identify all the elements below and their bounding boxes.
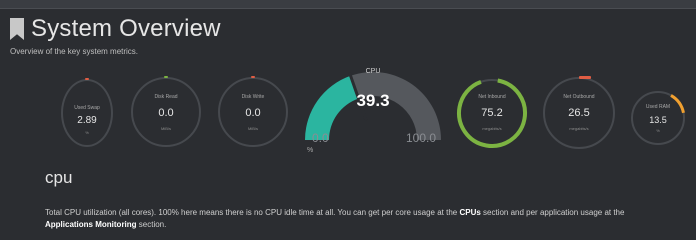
desc-text: section. xyxy=(136,220,167,229)
gauge-used-ram[interactable]: Used RAM 13.5 % xyxy=(630,90,686,146)
gauge-label: Used RAM xyxy=(645,104,671,110)
gauge-units: megabits/s xyxy=(482,126,502,131)
gauge-label: Net Inbound xyxy=(478,94,506,100)
gauge-units: MiB/s xyxy=(161,126,171,131)
desc-text: Total CPU utilization (all cores). 100% … xyxy=(45,208,460,217)
gauge-units: MiB/s xyxy=(248,126,258,131)
gauges-row: Used Swap 2.89 % Disk Read 0.0 MiB/s Dis… xyxy=(0,60,696,160)
page-title: System Overview xyxy=(31,15,221,42)
bookmark-icon xyxy=(10,18,24,40)
gauge-disk-read[interactable]: Disk Read 0.0 MiB/s xyxy=(131,76,201,147)
gauge-tick xyxy=(85,78,89,80)
gauge-disk-write[interactable]: Disk Write 0.0 MiB/s xyxy=(218,76,288,147)
gauge-value: 0.0 xyxy=(158,107,174,119)
gauge-units: % xyxy=(656,128,660,133)
section-description: Total CPU utilization (all cores). 100% … xyxy=(45,207,696,231)
gauge-net-outbound[interactable]: Net Outbound 26.5 megabits/s xyxy=(543,76,615,149)
applications-monitoring-link[interactable]: Applications Monitoring xyxy=(45,220,137,229)
section-title: cpu xyxy=(45,168,73,187)
gauge-tick xyxy=(251,76,255,78)
top-toolbar xyxy=(0,0,696,9)
cpu-gauge-label: CPU xyxy=(366,68,381,75)
page-subtitle: Overview of the key system metrics. xyxy=(10,47,139,56)
gauge-units: megabits/s xyxy=(569,126,589,131)
desc-text: section and per application usage at the xyxy=(480,208,625,217)
gauge-value: 13.5 xyxy=(649,115,667,125)
gauge-label: Used Swap xyxy=(74,105,100,111)
gauge-value: 0.0 xyxy=(245,107,261,119)
gauge-label: Net Outbound xyxy=(563,94,595,100)
cpus-link[interactable]: CPUs xyxy=(459,208,480,217)
cpu-gauge-svg: CPU 39.3 0.0 100.0 % xyxy=(305,68,441,154)
gauge-value: 75.2 xyxy=(481,107,503,119)
gauge-tick xyxy=(579,76,591,79)
gauge-value: 2.89 xyxy=(77,115,97,126)
cpu-gauge-value: 39.3 xyxy=(356,91,389,110)
gauge-used-swap[interactable]: Used Swap 2.89 % xyxy=(61,78,113,147)
gauge-cpu[interactable]: CPU 39.3 0.0 100.0 % xyxy=(300,60,450,160)
gauge-units: % xyxy=(85,130,89,135)
gauge-value: 26.5 xyxy=(568,107,590,119)
page-header: System Overview xyxy=(10,15,221,43)
cpu-gauge-units: % xyxy=(307,147,313,154)
cpu-gauge-min: 0.0 xyxy=(312,131,329,145)
cpu-gauge-max: 100.0 xyxy=(406,131,436,145)
gauge-net-inbound[interactable]: Net Inbound 75.2 megabits/s xyxy=(456,77,528,149)
gauge-label: Disk Write xyxy=(241,94,265,100)
gauge-label: Disk Read xyxy=(154,94,178,100)
gauge-tick xyxy=(164,76,168,78)
